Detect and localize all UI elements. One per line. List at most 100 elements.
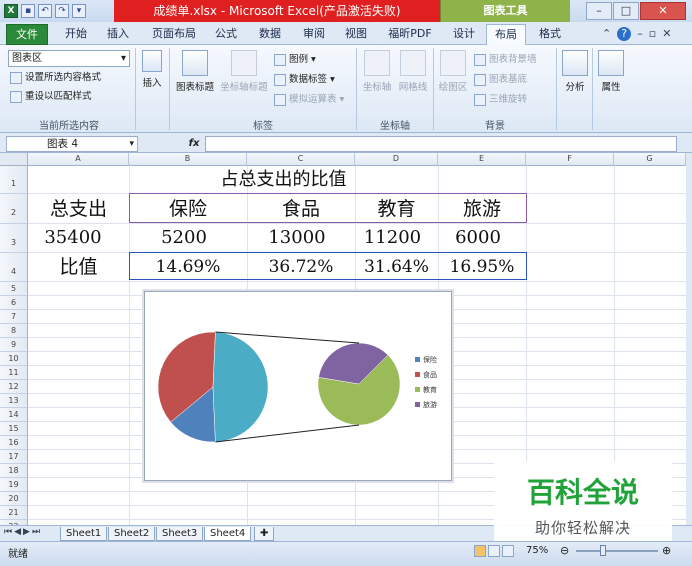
column-header-e[interactable]: E: [438, 153, 526, 166]
cell-header-food[interactable]: 食品: [247, 195, 355, 223]
row-header-8[interactable]: 8: [0, 324, 28, 338]
tab-file[interactable]: 文件: [6, 24, 48, 45]
legend-label-教育[interactable]: 教育: [423, 385, 437, 394]
tab-design[interactable]: 设计: [446, 24, 482, 45]
cell-total-value[interactable]: 35400: [28, 225, 118, 251]
cell-header-travel[interactable]: 旅游: [438, 195, 526, 223]
pie-slice-other[interactable]: [212, 331, 269, 443]
row-header-10[interactable]: 10: [0, 352, 28, 366]
chart-wall-button[interactable]: 图表背景墙: [474, 52, 537, 68]
sheet-tab-4[interactable]: Sheet4: [204, 527, 252, 541]
insert-button[interactable]: 插入: [138, 50, 166, 89]
data-table-button[interactable]: 模拟运算表 ▾: [274, 92, 344, 108]
sheet-tab-3[interactable]: Sheet3: [156, 527, 204, 541]
tab-foxit-pdf[interactable]: 福昕PDF: [380, 24, 440, 45]
row-header-3[interactable]: 3: [0, 224, 28, 253]
reset-style-button[interactable]: 重设以匹配样式: [10, 89, 92, 105]
sheet-tab-1[interactable]: Sheet1: [60, 527, 108, 541]
customize-qat-icon[interactable]: ▾: [72, 4, 86, 18]
cell-ratio-insurance[interactable]: 14.69%: [129, 254, 247, 280]
row-header-9[interactable]: 9: [0, 338, 28, 352]
tab-insert[interactable]: 插入: [100, 24, 136, 45]
legend-swatch-保险[interactable]: [415, 357, 420, 362]
maximize-button[interactable]: □: [613, 2, 639, 20]
zoom-out-icon[interactable]: ⊖: [560, 544, 569, 557]
row-header-1[interactable]: 1: [0, 166, 28, 194]
legend-label-食品[interactable]: 食品: [423, 370, 437, 379]
column-header-g[interactable]: G: [614, 153, 686, 166]
row-header-18[interactable]: 18: [0, 464, 28, 478]
row-header-5[interactable]: 5: [0, 282, 28, 296]
gridlines-button[interactable]: 网格线: [396, 50, 430, 93]
legend-swatch-食品[interactable]: [415, 372, 420, 377]
tab-home[interactable]: 开始: [58, 24, 94, 45]
cell-total-label[interactable]: 总支出: [28, 195, 129, 221]
cell-amount-travel[interactable]: 6000: [438, 225, 518, 251]
legend-label-旅游[interactable]: 旅游: [423, 400, 437, 409]
row-header-21[interactable]: 21: [0, 506, 28, 520]
row-header-2[interactable]: 2: [0, 194, 28, 224]
axis-title-button[interactable]: 坐标轴标题: [218, 50, 270, 93]
plot-area-button[interactable]: 绘图区: [436, 50, 470, 93]
select-all-corner[interactable]: [0, 153, 28, 166]
insert-sheet-icon[interactable]: ✚: [254, 527, 275, 541]
chart-floor-button[interactable]: 图表基底: [474, 72, 527, 88]
row-header-20[interactable]: 20: [0, 492, 28, 506]
cell-ratio-travel[interactable]: 16.95%: [438, 254, 526, 280]
sheet-title-cell[interactable]: 占总支出的比值: [129, 167, 438, 191]
format-selection-button[interactable]: 设置所选内容格式: [10, 70, 101, 86]
sheet-tab-2[interactable]: Sheet2: [108, 527, 156, 541]
tab-format[interactable]: 格式: [532, 24, 568, 45]
zoom-in-icon[interactable]: ⊕: [662, 544, 671, 557]
pie-of-pie-chart[interactable]: 保险食品教育旅游: [145, 292, 451, 480]
axes-button[interactable]: 坐标轴: [360, 50, 394, 93]
insert-function-icon[interactable]: fx: [186, 136, 202, 152]
save-icon[interactable]: ▪: [21, 4, 35, 18]
redo-icon[interactable]: ↷: [55, 4, 69, 18]
cell-ratio-food[interactable]: 36.72%: [247, 254, 355, 280]
row-header-12[interactable]: 12: [0, 380, 28, 394]
cell-amount-food[interactable]: 13000: [247, 225, 347, 251]
cell-amount-insurance[interactable]: 5200: [129, 225, 239, 251]
doc-restore-icon[interactable]: ▫: [649, 27, 656, 43]
data-labels-button[interactable]: 数据标签 ▾: [274, 72, 335, 88]
formula-input[interactable]: [205, 136, 677, 152]
3d-rotation-button[interactable]: 三维旋转: [474, 92, 527, 108]
tab-data[interactable]: 数据: [252, 24, 288, 45]
close-button[interactable]: ✕: [640, 2, 686, 20]
page-break-view-icon[interactable]: [502, 545, 514, 557]
undo-icon[interactable]: ↶: [38, 4, 52, 18]
tab-layout[interactable]: 布局: [486, 24, 526, 45]
tab-page-layout[interactable]: 页面布局: [146, 24, 202, 45]
name-box[interactable]: 图表 4 ▾: [6, 136, 138, 152]
collapse-ribbon-icon[interactable]: ⌃: [602, 27, 611, 43]
legend-label-保险[interactable]: 保险: [423, 355, 437, 364]
legend-swatch-旅游[interactable]: [415, 402, 420, 407]
row-header-6[interactable]: 6: [0, 296, 28, 310]
legend-button[interactable]: 图例 ▾: [274, 52, 316, 68]
row-header-14[interactable]: 14: [0, 408, 28, 422]
help-icon[interactable]: ?: [617, 27, 632, 41]
chart-title-button[interactable]: 图表标题: [172, 50, 218, 93]
tab-review[interactable]: 审阅: [296, 24, 332, 45]
zoom-slider-track[interactable]: [576, 550, 658, 552]
row-header-19[interactable]: 19: [0, 478, 28, 492]
cell-header-education[interactable]: 教育: [355, 195, 438, 223]
row-header-15[interactable]: 15: [0, 422, 28, 436]
chart-element-dropdown[interactable]: 图表区 ▾: [8, 50, 130, 67]
doc-close-icon[interactable]: ✕: [662, 27, 671, 43]
row-header-7[interactable]: 7: [0, 310, 28, 324]
column-header-b[interactable]: B: [129, 153, 247, 166]
row-header-13[interactable]: 13: [0, 394, 28, 408]
cell-header-insurance[interactable]: 保险: [129, 195, 247, 223]
column-header-a[interactable]: A: [28, 153, 129, 166]
cell-ratio-education[interactable]: 31.64%: [355, 254, 438, 280]
column-header-f[interactable]: F: [526, 153, 614, 166]
sheet-nav-arrows-icon[interactable]: ⏮◀▶⏭: [4, 527, 42, 537]
normal-view-icon[interactable]: [474, 545, 486, 557]
cell-amount-education[interactable]: 11200: [355, 225, 430, 251]
doc-minimize-icon[interactable]: –: [637, 27, 643, 43]
analysis-button[interactable]: 分析: [560, 50, 590, 93]
row-header-4[interactable]: 4: [0, 253, 28, 282]
minimize-button[interactable]: –: [586, 2, 612, 20]
